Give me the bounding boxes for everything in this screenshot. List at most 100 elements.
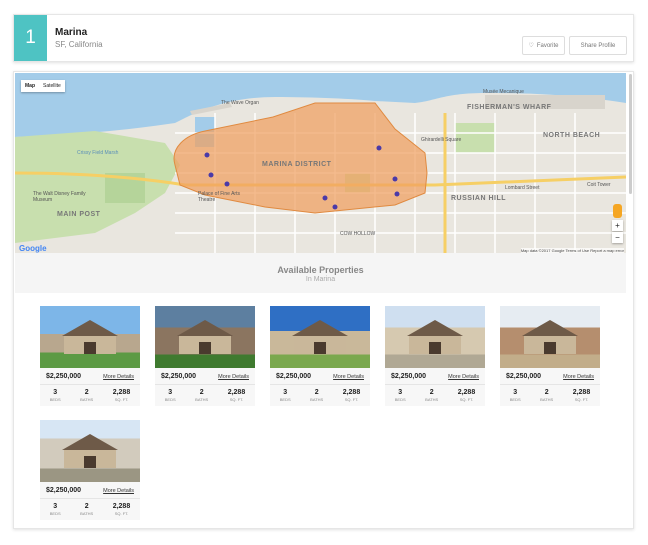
property-card[interactable]: $2,250,000 More Details 3 BEDS 2 BATHS 2…: [40, 306, 140, 406]
property-price: $2,250,000: [46, 373, 82, 380]
property-photo[interactable]: [40, 420, 140, 482]
map-type-satellite[interactable]: Satellite: [39, 80, 65, 92]
baths-label: BATHS: [195, 397, 209, 402]
property-stats: 3 BEDS 2 BATHS 2,288 SQ. FT.: [40, 498, 140, 516]
neighborhood-location: SF, California: [55, 40, 103, 49]
property-pin[interactable]: [392, 176, 398, 182]
sqft-value: 2,288: [572, 389, 591, 396]
property-photo[interactable]: [40, 306, 140, 368]
more-details-link[interactable]: More Details: [218, 374, 249, 380]
baths-label: BATHS: [425, 397, 439, 402]
google-logo: Google: [19, 244, 47, 253]
baths-stat: 2 BATHS: [195, 389, 208, 402]
property-price: $2,250,000: [391, 373, 427, 380]
map-label-marina: MARINA DISTRICT: [262, 161, 332, 168]
property-card[interactable]: $2,250,000 More Details 3 BEDS 2 BATHS 2…: [40, 420, 140, 520]
beds-stat: 3 BEDS: [50, 503, 61, 516]
property-pin[interactable]: [224, 181, 230, 187]
favorite-button[interactable]: ♡ Favorite: [522, 36, 565, 55]
map-label-coit: Coit Tower: [587, 182, 611, 188]
map[interactable]: MARINA DISTRICT FISHERMAN'S WHARF NORTH …: [15, 73, 626, 253]
baths-value: 2: [84, 503, 89, 510]
sqft-stat: 2,288 SQ. FT.: [573, 389, 591, 402]
more-details-link[interactable]: More Details: [563, 374, 594, 380]
property-price: $2,250,000: [506, 373, 542, 380]
beds-stat: 3 BEDS: [50, 389, 61, 402]
property-pin[interactable]: [208, 172, 214, 178]
property-pin[interactable]: [204, 152, 210, 158]
beds-label: BEDS: [164, 397, 176, 402]
neighborhood-title: Marina: [55, 27, 88, 38]
beds-value: 3: [53, 389, 58, 396]
property-pin[interactable]: [376, 145, 382, 151]
property-card[interactable]: $2,250,000 More Details 3 BEDS 2 BATHS 2…: [270, 306, 370, 406]
property-pin[interactable]: [332, 204, 338, 210]
sqft-value: 2,288: [457, 389, 476, 396]
map-label-main-post: MAIN POST: [57, 211, 101, 218]
map-type-map[interactable]: Map: [21, 80, 39, 92]
property-stats: 3 BEDS 2 BATHS 2,288 SQ. FT.: [270, 384, 370, 402]
sqft-stat: 2,288 SQ. FT.: [113, 389, 131, 402]
property-photo[interactable]: [270, 306, 370, 368]
neighborhood-header: 1 Marina SF, California ♡ Favorite Share…: [13, 14, 634, 62]
baths-label: BATHS: [80, 511, 94, 516]
beds-stat: 3 BEDS: [280, 389, 291, 402]
property-pin[interactable]: [394, 191, 400, 197]
beds-label: BEDS: [279, 397, 291, 402]
beds-value: 3: [168, 389, 173, 396]
map-label-north-beach: NORTH BEACH: [543, 132, 601, 139]
beds-stat: 3 BEDS: [395, 389, 406, 402]
property-stats: 3 BEDS 2 BATHS 2,288 SQ. FT.: [385, 384, 485, 402]
property-card[interactable]: $2,250,000 More Details 3 BEDS 2 BATHS 2…: [155, 306, 255, 406]
zoom-out-button[interactable]: −: [612, 232, 623, 243]
property-photo[interactable]: [500, 306, 600, 368]
map-label-cow-hollow: COW HOLLOW: [340, 231, 376, 237]
section-subtitle: In Marina: [305, 276, 336, 283]
baths-stat: 2 BATHS: [310, 389, 323, 402]
map-label-wave-organ: The Wave Organ: [221, 100, 259, 106]
map-type-toggle: Map Satellite: [21, 80, 65, 92]
property-photo[interactable]: [385, 306, 485, 368]
sqft-label: SQ. FT.: [344, 397, 359, 402]
property-pin[interactable]: [322, 195, 328, 201]
share-profile-button[interactable]: Share Profile: [569, 36, 627, 55]
beds-value: 3: [283, 389, 288, 396]
rank-badge: 1: [14, 15, 47, 61]
sqft-label: SQ. FT.: [459, 397, 474, 402]
baths-stat: 2 BATHS: [80, 503, 93, 516]
baths-label: BATHS: [80, 397, 94, 402]
property-card[interactable]: $2,250,000 More Details 3 BEDS 2 BATHS 2…: [385, 306, 485, 406]
more-details-link[interactable]: More Details: [103, 488, 134, 494]
sqft-label: SQ. FT.: [574, 397, 589, 402]
map-label-lombard: Lombard Street: [505, 185, 540, 191]
map-label-crissy: Crissy Field Marsh: [77, 150, 119, 156]
street-view-pegman-icon[interactable]: [613, 204, 622, 218]
sqft-value: 2,288: [112, 503, 131, 510]
zoom-in-button[interactable]: +: [612, 220, 623, 231]
baths-label: BATHS: [540, 397, 554, 402]
baths-value: 2: [544, 389, 549, 396]
sqft-label: SQ. FT.: [114, 397, 129, 402]
section-title: Available Properties: [277, 265, 364, 275]
more-details-link[interactable]: More Details: [333, 374, 364, 380]
map-label-palace: Palace of Fine Arts Theatre: [198, 191, 240, 203]
beds-label: BEDS: [49, 511, 61, 516]
more-details-link[interactable]: More Details: [448, 374, 479, 380]
more-details-link[interactable]: More Details: [103, 374, 134, 380]
beds-value: 3: [53, 503, 58, 510]
map-label-musee: Musée Mecanique: [483, 89, 524, 95]
sqft-value: 2,288: [342, 389, 361, 396]
scrollbar[interactable]: [629, 74, 632, 194]
sqft-value: 2,288: [227, 389, 246, 396]
beds-label: BEDS: [49, 397, 61, 402]
sqft-stat: 2,288 SQ. FT.: [113, 503, 131, 516]
property-photo[interactable]: [155, 306, 255, 368]
beds-stat: 3 BEDS: [510, 389, 521, 402]
map-label-ghirardelli: Ghirardelli Square: [421, 137, 462, 143]
property-price: $2,250,000: [161, 373, 197, 380]
beds-stat: 3 BEDS: [165, 389, 176, 402]
property-card[interactable]: $2,250,000 More Details 3 BEDS 2 BATHS 2…: [500, 306, 600, 406]
baths-label: BATHS: [310, 397, 324, 402]
property-price: $2,250,000: [46, 487, 82, 494]
baths-value: 2: [429, 389, 434, 396]
